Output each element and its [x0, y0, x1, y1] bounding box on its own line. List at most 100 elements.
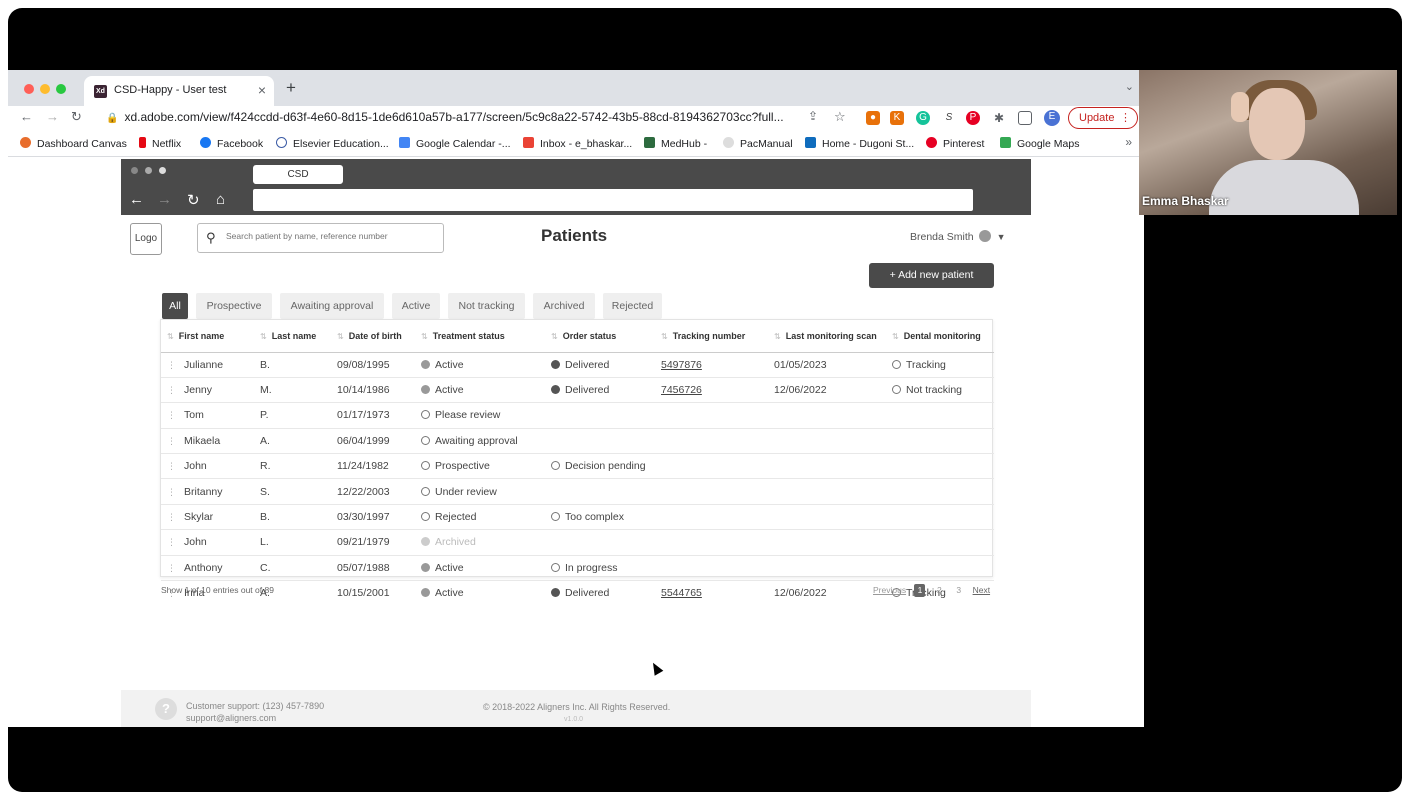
filter-tab-rejected[interactable]: Rejected [603, 293, 662, 319]
table-row[interactable]: ⋮ John L. 09/21/1979 Archived [161, 529, 994, 556]
bookmark-item[interactable]: Dashboard Canvas [20, 137, 127, 150]
search-input[interactable] [226, 231, 436, 241]
more-bookmarks-icon[interactable]: » [1125, 135, 1132, 149]
user-menu[interactable]: Brenda Smith ▼ [910, 230, 1006, 243]
cell-value: Tom [184, 409, 204, 422]
add-new-patient-button[interactable]: + Add new patient [869, 263, 994, 288]
support-email[interactable]: support@aligners.com [186, 712, 324, 724]
column-header[interactable]: ⇅ Last monitoring scan [774, 320, 892, 353]
participant-name: Emma Bhaskar [1142, 194, 1229, 208]
column-header[interactable]: ⇅ Dental monitoring [892, 320, 994, 353]
xd-back-icon[interactable]: ← [129, 191, 144, 208]
extension-k-icon[interactable]: K [890, 111, 904, 125]
table-row[interactable]: ⋮ Skylar B. 03/30/1997 Rejected Too complex [161, 504, 994, 531]
table-row[interactable]: ⋮ Britanny S. 12/22/2003 Under review [161, 478, 994, 505]
xd-tab[interactable]: CSD [253, 165, 343, 184]
profile-avatar[interactable]: E [1044, 110, 1060, 126]
sidepanel-icon[interactable] [1018, 111, 1032, 125]
sharepoint-icon [805, 137, 816, 148]
bookmark-item[interactable]: Facebook [200, 137, 263, 150]
close-window-icon[interactable] [24, 84, 34, 94]
status-icon [421, 562, 430, 572]
filter-tab-prospective[interactable]: Prospective [196, 293, 272, 319]
tab-search-icon[interactable]: ⌄ [1125, 80, 1134, 93]
reload-icon[interactable]: ↻ [71, 109, 82, 125]
table-row[interactable]: ⋮ Julianne B. 09/08/1995 Active Delivered 5497… [161, 352, 994, 378]
bookmark-item[interactable]: Elsevier Education... [276, 137, 389, 150]
page-1-button[interactable]: 1 [914, 584, 926, 597]
bookmark-item[interactable]: Google Calendar -... [399, 137, 511, 150]
bookmark-label: PacManual [740, 138, 793, 150]
column-header[interactable]: ⇅ Tracking number [661, 320, 774, 353]
browser-tab[interactable]: Xd CSD-Happy - User test × [84, 76, 274, 106]
tab-close-icon[interactable]: × [258, 82, 266, 98]
page-3-button[interactable]: 3 [953, 584, 964, 597]
xd-forward-icon[interactable]: → [157, 191, 172, 208]
update-button[interactable]: Update ⋮ [1068, 107, 1138, 129]
extension-s-icon[interactable]: S [942, 111, 956, 125]
drag-handle-icon[interactable]: ⋮ [167, 461, 176, 471]
filter-tab-all[interactable]: All [162, 293, 188, 319]
column-header[interactable]: ⇅ Order status [551, 320, 661, 353]
drag-handle-icon[interactable]: ⋮ [167, 410, 176, 420]
share-icon[interactable]: ⇪ [808, 109, 818, 123]
tracking-number-link[interactable]: 5497876 [661, 359, 702, 371]
column-header[interactable]: ⇅ Last name [260, 320, 337, 353]
tracking-number-link[interactable]: 7456726 [661, 384, 702, 396]
table-cell-scan [774, 504, 892, 531]
xd-reload-icon[interactable]: ↻ [187, 191, 200, 209]
drag-handle-icon[interactable]: ⋮ [167, 436, 176, 446]
table-row[interactable]: ⋮ Tom P. 01/17/1973 Please review [161, 402, 994, 429]
patient-search[interactable]: ⚲ [197, 223, 444, 253]
xd-url-field[interactable] [253, 189, 973, 211]
drag-handle-icon[interactable]: ⋮ [167, 487, 176, 497]
grammarly-icon[interactable]: G [916, 111, 930, 125]
new-tab-icon[interactable]: + [286, 78, 296, 98]
page-2-button[interactable]: 2 [934, 584, 945, 597]
table-row[interactable]: ⋮ Jenny M. 10/14/1986 Active Delivered 7456726… [161, 377, 994, 404]
bookmark-item[interactable]: Pinterest [926, 137, 984, 150]
tracking-number-link[interactable]: 5544765 [661, 587, 702, 599]
table-row[interactable]: ⋮ John R. 11/24/1982 Prospective Decision pen… [161, 453, 994, 480]
column-header[interactable]: ⇅ First name [161, 320, 260, 353]
table-row[interactable]: ⋮ Anthony C. 05/07/1988 Active In progress [161, 555, 994, 582]
column-header[interactable]: ⇅ Treatment status [421, 320, 551, 353]
bookmark-item[interactable]: Home - Dugoni St... [805, 137, 914, 150]
logo: Logo [130, 223, 162, 255]
xd-home-icon[interactable]: ⌂ [216, 191, 225, 208]
cell-value: In progress [565, 561, 618, 574]
bookmark-item[interactable]: Netflix [139, 137, 181, 150]
help-icon[interactable]: ? [155, 698, 177, 720]
previous-page-link[interactable]: Previous [873, 585, 906, 595]
bookmark-item[interactable]: Google Maps [1000, 137, 1079, 150]
drag-handle-icon[interactable]: ⋮ [167, 512, 176, 522]
table-cell-dental: Tracking [892, 352, 994, 378]
minimize-window-icon[interactable] [40, 84, 50, 94]
drag-handle-icon[interactable]: ⋮ [167, 537, 176, 547]
table-row[interactable]: ⋮ Irina A. 10/15/2001 Active Delivered 5544765… [161, 581, 994, 606]
back-icon[interactable]: ← [20, 109, 33, 124]
cell-value: S. [260, 485, 270, 498]
filter-tab-active[interactable]: Active [392, 293, 440, 319]
next-page-link[interactable]: Next [973, 585, 990, 595]
drag-handle-icon[interactable]: ⋮ [167, 563, 176, 573]
pinterest-ext-icon[interactable]: P [966, 111, 980, 125]
address-bar[interactable]: 🔒 xd.adobe.com/view/f424ccdd-d63f-4e60-8d… [106, 107, 818, 128]
drag-handle-icon[interactable]: ⋮ [167, 385, 176, 395]
filter-tab-archived[interactable]: Archived [533, 293, 595, 319]
bookmark-item[interactable]: MedHub - [644, 137, 707, 150]
table-cell-treatment: Active [421, 581, 551, 606]
filter-tab-awaiting-approval[interactable]: Awaiting approval [280, 293, 384, 319]
drag-handle-icon[interactable]: ⋮ [167, 360, 176, 370]
filter-tab-not-tracking[interactable]: Not tracking [448, 293, 525, 319]
bookmark-item[interactable]: Inbox - e_bhaskar... [523, 137, 632, 150]
extension-icon[interactable]: ● [866, 111, 880, 125]
table-cell-treatment: Prospective [421, 453, 551, 480]
puzzle-icon[interactable]: ✱ [992, 111, 1006, 125]
star-icon[interactable]: ☆ [834, 109, 846, 125]
table-row[interactable]: ⋮ Mikaela A. 06/04/1999 Awaiting approval [161, 428, 994, 455]
bookmark-item[interactable]: PacManual [723, 137, 793, 150]
maximize-window-icon[interactable] [56, 84, 66, 94]
forward-icon[interactable]: → [46, 109, 59, 124]
column-header[interactable]: ⇅ Date of birth [337, 320, 421, 353]
